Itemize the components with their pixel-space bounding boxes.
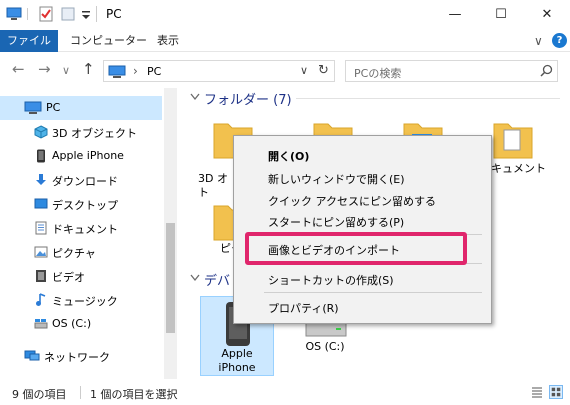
folder-icon — [493, 123, 533, 159]
sidebar-item-3d-objects[interactable]: 3D オブジェクト — [0, 120, 162, 144]
sidebar-item-apple-iphone[interactable]: Apple iPhone — [0, 144, 162, 168]
device-label: Apple iPhone — [218, 347, 256, 374]
desktop-icon — [34, 198, 48, 209]
new-folder-icon[interactable] — [60, 6, 76, 22]
separator-icon — [27, 8, 28, 20]
address-bar[interactable]: › PC ∨ ↻ — [103, 60, 335, 82]
forward-button[interactable]: → — [38, 61, 51, 77]
search-placeholder: PCの検索 — [354, 67, 402, 80]
menu-item-pin-start[interactable]: スタートにピン留めする(P) — [268, 214, 404, 230]
ribbon-tabs: ファイル コンピューター 表示 ∨ ? — [0, 30, 570, 52]
sidebar-item-label: ドキュメント — [52, 223, 118, 236]
devices-section-header[interactable]: デバ — [204, 270, 230, 289]
pc-icon[interactable] — [6, 6, 22, 22]
window-title: PC — [106, 7, 122, 21]
sidebar-item-documents[interactable]: ドキュメント — [0, 216, 162, 240]
close-button[interactable]: ✕ — [524, 0, 570, 30]
search-input[interactable]: PCの検索 — [345, 60, 558, 82]
item-count: 9 個の項目 — [12, 388, 67, 401]
menu-item-properties[interactable]: プロパティ(R) — [268, 300, 339, 316]
expand-ribbon-button[interactable]: ∨ — [534, 34, 543, 48]
sidebar-item-pictures[interactable]: ピクチャ — [0, 240, 162, 264]
chevron-down-icon[interactable] — [190, 93, 200, 101]
video-icon — [36, 270, 46, 282]
sidebar-item-label: PC — [46, 101, 61, 114]
sidebar-item-label: ビデオ — [52, 271, 85, 284]
search-icon[interactable] — [540, 64, 553, 77]
breadcrumb[interactable]: PC — [147, 65, 161, 78]
navigation-bar: ← → ∨ ↑ › PC ∨ ↻ PCの検索 — [0, 52, 570, 88]
sidebar-item-downloads[interactable]: ダウンロード — [0, 168, 162, 192]
title-separator — [96, 6, 97, 22]
sidebar-item-label: ピクチャ — [52, 247, 96, 260]
sidebar-item-label: OS (C:) — [52, 317, 92, 330]
refresh-button[interactable]: ↻ — [318, 63, 329, 78]
selection-count: 1 個の項目を選択 — [90, 388, 178, 401]
pc-icon — [108, 65, 126, 78]
menu-separator — [264, 292, 482, 293]
minimize-button[interactable]: — — [432, 0, 478, 30]
sidebar-item-network[interactable]: ネットワーク — [0, 344, 162, 368]
pc-icon — [24, 101, 42, 114]
sidebar-item-desktop[interactable]: デスクトップ — [0, 192, 162, 216]
menu-item-open-new-window[interactable]: 新しいウィンドウで開く(E) — [268, 171, 405, 187]
drive-icon — [34, 319, 48, 329]
tab-file[interactable]: ファイル — [0, 30, 58, 52]
customize-quick-access-icon[interactable] — [80, 6, 92, 22]
menu-item-open[interactable]: 開く(O) — [268, 148, 309, 164]
sidebar-item-label: デスクトップ — [52, 199, 118, 212]
document-icon — [35, 221, 47, 235]
highlight-box — [245, 232, 467, 265]
properties-icon[interactable] — [38, 6, 54, 22]
sidebar-item-label: ミュージック — [52, 295, 118, 308]
sidebar-item-label: Apple iPhone — [52, 149, 124, 162]
menu-item-pin-quick-access[interactable]: クイック アクセスにピン留めする — [268, 193, 436, 209]
tab-computer[interactable]: コンピューター — [70, 30, 147, 52]
iphone-icon — [37, 149, 45, 163]
sidebar-item-videos[interactable]: ビデオ — [0, 264, 162, 288]
tab-view[interactable]: 表示 — [157, 30, 179, 52]
sidebar-item-label: 3D オブジェクト — [52, 127, 137, 140]
menu-item-create-shortcut[interactable]: ショートカットの作成(S) — [268, 272, 394, 288]
breadcrumb-separator[interactable]: › — [133, 64, 138, 78]
music-icon — [36, 293, 46, 306]
details-view-icon[interactable] — [530, 385, 544, 399]
sidebar-scrollbar[interactable] — [164, 88, 177, 379]
sidebar-item-label: ネットワーク — [44, 351, 110, 364]
context-menu: 開く(O) 新しいウィンドウで開く(E) クイック アクセスにピン留めする スタ… — [233, 135, 492, 324]
status-bar: 9 個の項目 1 個の項目を選択 — [0, 379, 570, 405]
up-button[interactable]: ↑ — [82, 61, 95, 77]
status-separator — [80, 386, 81, 399]
sidebar-item-pc[interactable]: PC — [0, 96, 162, 120]
pictures-icon — [34, 246, 48, 258]
title-bar: PC — ☐ ✕ — [0, 0, 570, 30]
sidebar-item-music[interactable]: ミュージック — [0, 288, 162, 312]
section-divider — [296, 98, 560, 99]
chevron-down-icon[interactable] — [190, 274, 200, 282]
maximize-button[interactable]: ☐ — [478, 0, 524, 30]
address-dropdown-button[interactable]: ∨ — [300, 64, 308, 77]
3d-objects-icon — [34, 125, 48, 139]
device-label: OS (C:) — [305, 340, 345, 353]
recent-locations-button[interactable]: ∨ — [62, 63, 70, 79]
sidebar-item-os-c[interactable]: OS (C:) — [0, 312, 162, 336]
sidebar-item-label: ダウンロード — [52, 175, 118, 188]
scrollbar-thumb[interactable] — [166, 223, 175, 333]
help-icon[interactable]: ? — [552, 33, 567, 48]
download-icon — [36, 174, 46, 185]
large-icons-view-icon[interactable] — [549, 385, 563, 399]
navigation-pane: PC 3D オブジェクト Apple iPhone ダウンロード デスクトップ … — [0, 88, 177, 379]
back-button[interactable]: ← — [12, 61, 25, 77]
folders-section-header[interactable]: フォルダー (7) — [204, 89, 292, 108]
network-icon — [24, 350, 40, 361]
